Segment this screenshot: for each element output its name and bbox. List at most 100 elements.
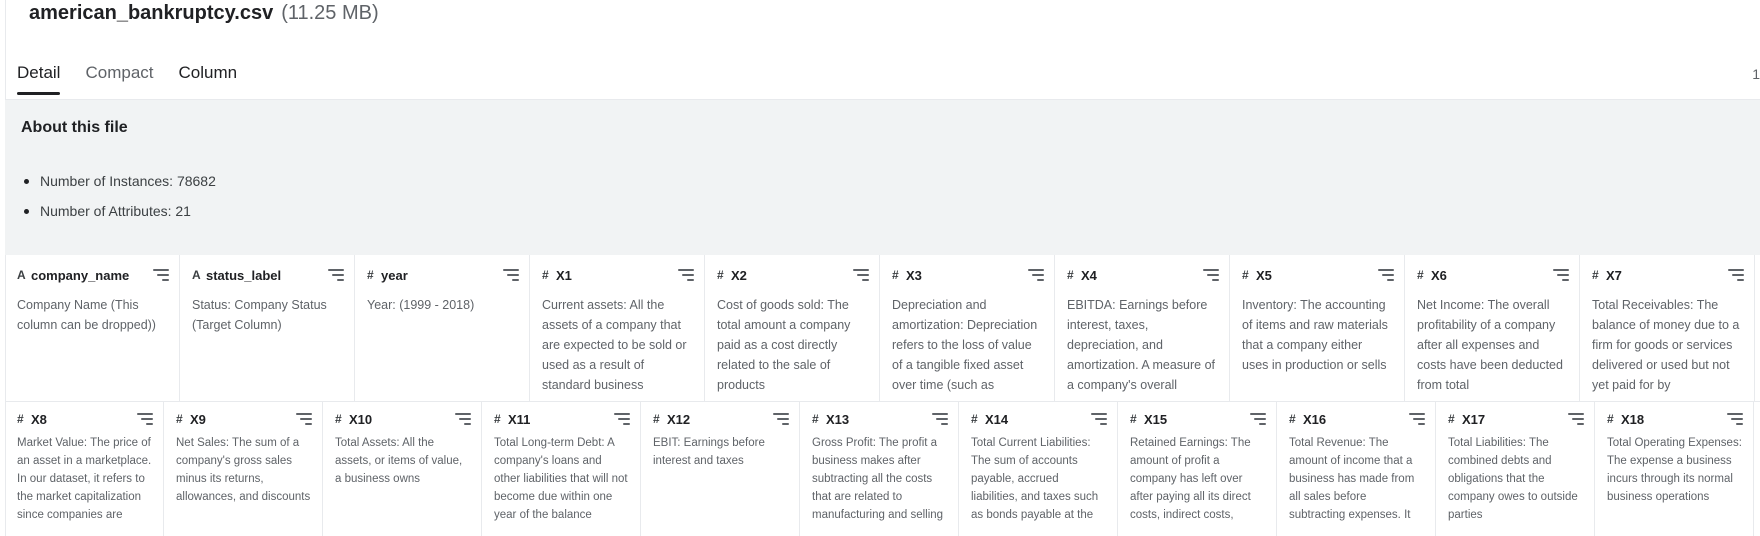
column-card-x2[interactable]: # X2 Cost of goods sold: The total amount … — [705, 255, 880, 402]
tab-column[interactable]: Column — [179, 63, 238, 95]
column-description: Total Liabilities: The combined debts an… — [1448, 437, 1578, 521]
column-description: Year: (1999 - 2018) — [367, 298, 475, 312]
column-description: Market Value: The price of an asset in a… — [17, 437, 152, 521]
column-name: X15 — [1144, 411, 1168, 427]
column-description: Cost of goods sold: The total amount a c… — [717, 298, 851, 392]
sort-icon[interactable] — [296, 413, 312, 425]
column-card-x15[interactable]: # X15 Retained Earnings: The amount of pro… — [1118, 402, 1277, 536]
column-name: X7 — [1606, 267, 1622, 283]
sort-icon[interactable] — [1409, 413, 1425, 425]
tab-compact[interactable]: Compact — [85, 63, 153, 95]
column-header: # X15 — [1130, 409, 1266, 429]
column-card-x5[interactable]: # X5 Inventory: The accounting of items an… — [1230, 255, 1405, 402]
string-type-icon: A — [192, 268, 201, 282]
sort-icon[interactable] — [1378, 269, 1394, 281]
numeric-type-icon: # — [971, 412, 978, 426]
column-description: Total Long-term Debt: A company's loans … — [494, 437, 628, 521]
sort-icon[interactable] — [1203, 269, 1219, 281]
column-name: X18 — [1621, 411, 1645, 427]
sort-icon[interactable] — [503, 269, 519, 281]
sort-icon[interactable] — [853, 269, 869, 281]
column-card-x3[interactable]: # X3 Depreciation and amortization: Deprec… — [880, 255, 1055, 402]
column-card-x10[interactable]: # X10 Total Assets: All the assets, or ite… — [323, 402, 482, 536]
column-name: status_label — [206, 267, 282, 283]
numeric-type-icon: # — [892, 268, 899, 282]
column-header: # X9 — [176, 409, 312, 429]
column-name: X13 — [826, 411, 850, 427]
column-card-company-name[interactable]: Acompany_name Company Name (This column c… — [5, 255, 180, 402]
column-header: # X6 — [1417, 265, 1569, 285]
column-card-x14[interactable]: # X14 Total Current Liabilities: The sum o… — [959, 402, 1118, 536]
numeric-type-icon: # — [1607, 412, 1614, 426]
sort-icon[interactable] — [1028, 269, 1044, 281]
column-description: EBITDA: Earnings before interest, taxes,… — [1067, 298, 1215, 392]
numeric-type-icon: # — [542, 268, 549, 282]
about-item-text: Number of Attributes: 21 — [40, 203, 191, 219]
column-header: # X5 — [1242, 265, 1394, 285]
column-description: Status: Company Status (Target Column) — [192, 298, 327, 332]
column-card-x7[interactable]: # X7 Total Receivables: The balance of mon… — [1580, 255, 1755, 402]
column-card-x13[interactable]: # X13 Gross Profit: The profit a business … — [800, 402, 959, 536]
column-card-x8[interactable]: # X8 Market Value: The price of an asset i… — [5, 402, 164, 536]
numeric-type-icon: # — [812, 412, 819, 426]
column-header: # X4 — [1067, 265, 1219, 285]
column-header: # year — [367, 265, 519, 285]
sort-icon[interactable] — [328, 269, 344, 281]
column-name: X4 — [1081, 267, 1097, 283]
column-header: # X13 — [812, 409, 948, 429]
numeric-type-icon: # — [1417, 268, 1424, 282]
column-description: Total Operating Expenses: The expense a … — [1607, 437, 1742, 503]
sort-icon[interactable] — [614, 413, 630, 425]
sort-icon[interactable] — [678, 269, 694, 281]
bullet-icon — [24, 208, 29, 214]
column-description: EBIT: Earnings before interest and taxes — [653, 437, 765, 467]
column-name: X6 — [1431, 267, 1447, 283]
column-card-status-label[interactable]: Astatus_label Status: Company Status (Tar… — [180, 255, 355, 402]
column-card-year[interactable]: # year Year: (1999 - 2018) — [355, 255, 530, 402]
sort-icon[interactable] — [1727, 413, 1743, 425]
column-card-x11[interactable]: # X11 Total Long-term Debt: A company's lo… — [482, 402, 641, 536]
numeric-type-icon: # — [717, 268, 724, 282]
sort-icon[interactable] — [153, 269, 169, 281]
column-name: X2 — [731, 267, 747, 283]
column-description: Retained Earnings: The amount of profit … — [1130, 437, 1251, 521]
column-card-x12[interactable]: # X12 EBIT: Earnings before interest and t… — [641, 402, 800, 536]
about-title: About this file — [21, 119, 128, 136]
about-item-text: Number of Instances: 78682 — [40, 173, 216, 189]
numeric-type-icon: # — [1289, 412, 1296, 426]
sort-icon[interactable] — [1553, 269, 1569, 281]
about-list: Number of Instances: 78682 Number of Att… — [21, 166, 216, 226]
column-card-x4[interactable]: # X4 EBITDA: Earnings before interest, tax… — [1055, 255, 1230, 402]
about-item: Number of Attributes: 21 — [21, 196, 216, 226]
tab-detail[interactable]: Detail — [17, 63, 61, 95]
numeric-type-icon: # — [367, 268, 374, 282]
sort-icon[interactable] — [1728, 269, 1744, 281]
column-card-x16[interactable]: # X16 Total Revenue: The amount of income … — [1277, 402, 1436, 536]
column-header: # X12 — [653, 409, 789, 429]
column-description: Total Assets: All the assets, or items o… — [335, 437, 463, 485]
column-header: # X7 — [1592, 265, 1744, 285]
column-header: # X18 — [1607, 409, 1743, 429]
column-card-x17[interactable]: # X17 Total Liabilities: The combined debt… — [1436, 402, 1595, 536]
sort-icon[interactable] — [137, 413, 153, 425]
sort-icon[interactable] — [773, 413, 789, 425]
column-name: X8 — [31, 411, 47, 427]
column-description: Total Current Liabilities: The sum of ac… — [971, 437, 1099, 521]
numeric-type-icon: # — [17, 412, 24, 426]
sort-icon[interactable] — [1091, 413, 1107, 425]
string-type-icon: A — [17, 268, 26, 282]
column-name: X9 — [190, 411, 206, 427]
column-card-x18[interactable]: # X18 Total Operating Expenses: The expens… — [1595, 402, 1754, 536]
numeric-type-icon: # — [653, 412, 660, 426]
column-name: X14 — [985, 411, 1009, 427]
column-header: # X10 — [335, 409, 471, 429]
column-name: X16 — [1303, 411, 1327, 427]
sort-icon[interactable] — [932, 413, 948, 425]
column-cards-row-2: # X8 Market Value: The price of an asset i… — [5, 402, 1760, 536]
sort-icon[interactable] — [1250, 413, 1266, 425]
column-card-x1[interactable]: # X1 Current assets: All the assets of a c… — [530, 255, 705, 402]
sort-icon[interactable] — [455, 413, 471, 425]
sort-icon[interactable] — [1568, 413, 1584, 425]
column-card-x9[interactable]: # X9 Net Sales: The sum of a company's gro… — [164, 402, 323, 536]
column-card-x6[interactable]: # X6 Net Income: The overall profitability… — [1405, 255, 1580, 402]
